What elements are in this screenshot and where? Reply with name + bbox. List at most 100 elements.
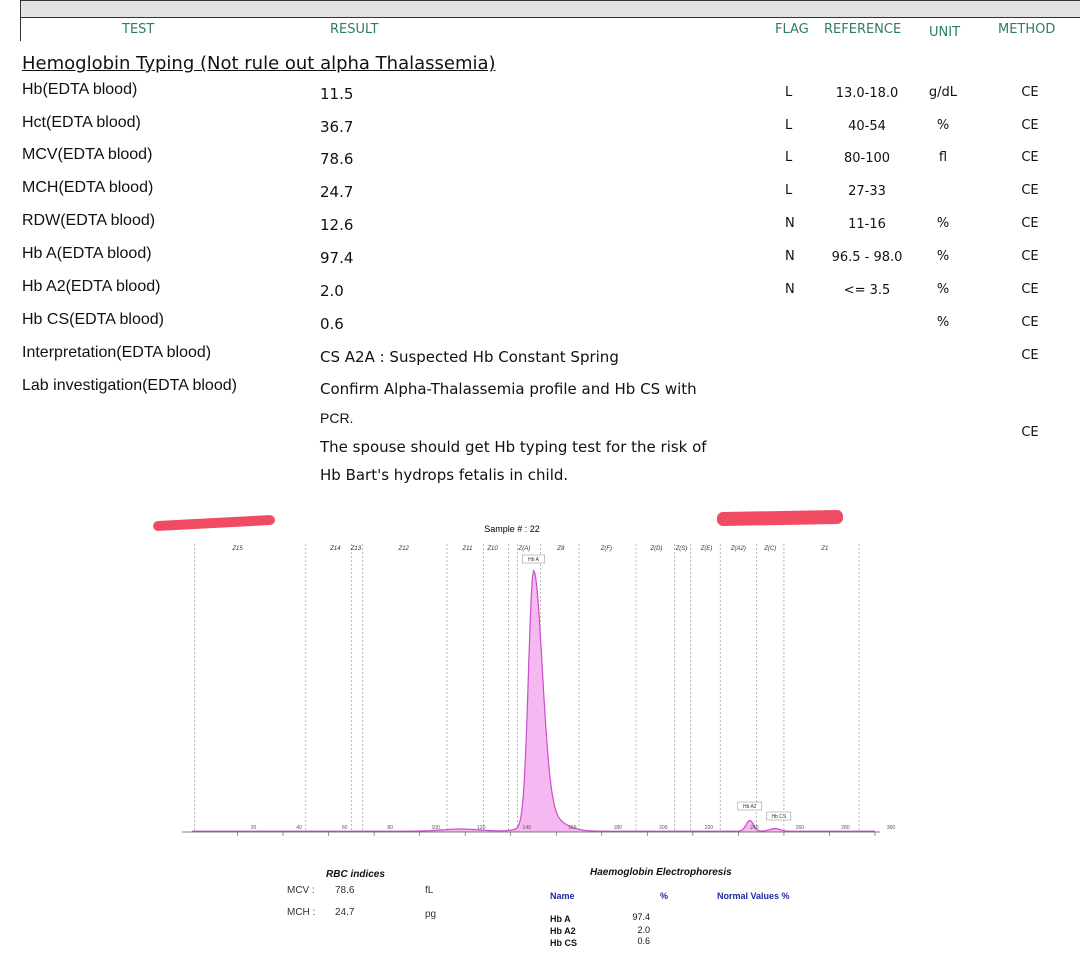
header-test: TEST [122,22,155,37]
cell-method: CE [1021,216,1039,231]
cell-test: Hb A2(EDTA blood) [22,278,161,295]
cell-method: CE [1021,183,1039,198]
zone-label: Z1 [820,546,828,552]
zone-labels: Z15 Z14 Z13 Z12 Z11 Z10 Z(A) Z8 Z(F) Z(D) Z(S) Z(E)… [231,546,828,552]
table-row: Interpretation(EDTA blood) CS A2A : Suspe… [0,344,1080,374]
zone-label: Z13 [350,546,362,552]
cell-test: Hb A(EDTA blood) [22,245,152,262]
top-bar [20,0,1080,18]
peak-label: Hb CS [771,814,786,820]
table-row: Hb A(EDTA blood) 97.4 N 96.5 - 98.0% CE [0,245,1080,275]
lab-line-2: PCR. [320,410,354,426]
peak-label: Hb A [528,557,540,563]
mcv-value: 78.6 [335,885,355,896]
cell-reference: <= 3.5 [843,283,891,298]
cell-unit: % [936,216,950,231]
table-row: MCV(EDTA blood) 78.6 L 80-100 fl CE [0,146,1080,176]
cell-unit: g/dL [928,85,958,100]
zone-label: Z(C) [763,546,776,552]
zone-label: Z11 [462,546,473,552]
electro-row-name: Hb A [550,914,571,924]
x-tick-label: 200 [659,825,668,831]
zone-label: Z14 [329,546,341,552]
cell-reference: 80-100 [843,151,891,166]
cell-flag: L [785,118,793,133]
electro-header-name: Name [550,891,575,901]
mcv-unit: fL [425,885,434,896]
lab-line-4: Hb Bart's hydrops fetalis in child. [320,466,569,484]
rbc-indices-title: RBC indices [326,869,385,880]
cell-unit: % [936,315,950,330]
mcv-label: MCV : [287,885,315,896]
cell-reference: 96.5 - 98.0 [831,250,903,265]
cell-result: 97.4 [320,249,354,267]
trace-fill [192,570,875,832]
cell-flag: N [785,216,795,231]
header-method: METHOD [998,22,1056,37]
table-row: Hct(EDTA blood) 36.7 L 40-54% CE [0,114,1080,144]
x-tick-label: 120 [477,825,486,831]
cell-unit: % [936,249,950,264]
x-tick-label: 100 [431,825,440,831]
zone-label: Z(A) [518,546,531,552]
cell-result: 12.6 [320,216,354,234]
x-tick-label: 60 [342,825,348,831]
peak-label: Hb A2 [743,804,757,810]
cell-test: MCV(EDTA blood) [22,146,153,163]
cell-reference: 13.0-18.0 [835,86,899,101]
table-row: RDW(EDTA blood) 12.6 N 11-16% CE [0,212,1080,242]
electro-header-normal: Normal Values % [717,891,790,901]
x-tick-label: 240 [750,825,759,831]
mch-label: MCH : [287,907,316,918]
cell-unit: % [936,118,950,133]
cell-flag: L [785,150,793,165]
cell-test: Hb(EDTA blood) [22,81,138,98]
header-result: RESULT [330,22,379,37]
cell-result: 11.5 [320,85,354,103]
zone-label: Z10 [486,546,498,552]
zone-label: Z(S) [675,546,688,552]
x-tick-label: 20 [251,825,257,831]
zone-label: Z(E) [700,546,713,552]
cell-result: 24.7 [320,183,354,201]
electro-row-pct: 97.4 [632,912,650,922]
x-tick-label: 80 [387,825,393,831]
cell-flag: N [785,282,795,297]
x-tick-label: 300 [887,825,896,831]
mch-unit: pg [425,909,437,920]
electrophoresis-title: Haemoglobin Electrophoresis [590,867,732,878]
left-rule [20,16,21,41]
cell-result: 78.6 [320,150,354,168]
cell-result: 36.7 [320,118,354,136]
cell-method: CE [1021,118,1039,133]
cell-method: CE [1021,348,1039,363]
electro-row-name: Hb A2 [550,926,576,936]
cell-unit: % [936,282,950,297]
header-flag: FLAG [775,22,809,37]
zone-label: Z(A2) [730,546,746,552]
zone-label: Z8 [556,546,565,552]
cell-reference: 40-54 [848,119,886,134]
cell-result: CS A2A : Suspected Hb Constant Spring [320,348,619,366]
x-tick-label: 140 [523,825,532,831]
electro-header-pct: % [660,891,669,901]
x-tick-label: 160 [568,825,577,831]
cell-reference: 11-16 [848,217,886,232]
x-tick-label: 40 [296,825,302,831]
cell-method: CE [1021,150,1039,165]
zone-label: Z(F) [600,546,612,552]
cell-reference: 27-33 [848,184,886,199]
lab-line-3: The spouse should get Hb typing test for… [320,438,707,456]
electro-row-pct: 0.6 [637,936,650,946]
cell-method: CE [1021,315,1039,330]
mch-value: 24.7 [335,907,355,918]
cell-unit: fl [938,150,948,165]
cell-flag: N [785,249,795,264]
cell-flag: L [785,85,793,100]
peak-labels: Hb A Hb A2 Hb CS [522,554,792,821]
x-tick-label: 260 [796,825,805,831]
cell-method: CE [1021,85,1039,100]
cell-method: CE [1021,249,1039,264]
table-row: Hb A2(EDTA blood) 2.0 N <= 3.5% CE [0,278,1080,308]
lab-investigation-label: Lab investigation(EDTA blood) [22,377,237,394]
